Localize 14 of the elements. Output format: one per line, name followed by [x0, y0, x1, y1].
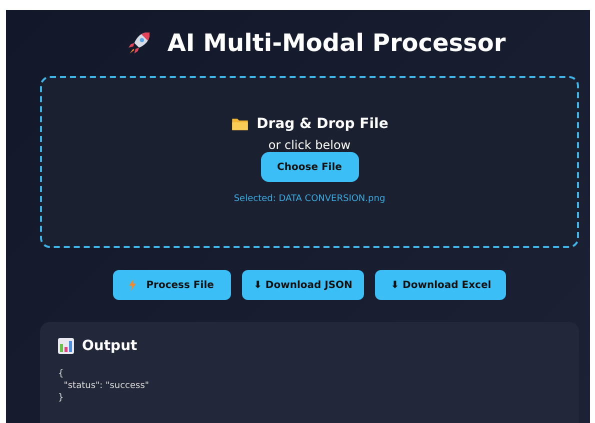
bar-chart-icon [58, 338, 74, 354]
process-file-button[interactable]: Process File [112, 270, 231, 300]
json-output: { "status": "success" } [58, 368, 150, 404]
download-button[interactable]: ⬇ Download JSON [242, 270, 364, 300]
lightning-icon [129, 279, 136, 291]
drop-subtext: or click below [268, 138, 351, 152]
drop-heading: Drag & Drop File [256, 116, 388, 132]
app-title: AI Multi-Modal Processor [167, 29, 506, 57]
choose-file-button[interactable]: Choose File [260, 152, 358, 182]
folder-icon [230, 117, 249, 131]
download-button[interactable]: ⬇ Download Excel [375, 270, 506, 300]
drop-zone[interactable]: Drag & Drop File or click below Choose File Selected: DATA CONVERSION.png [40, 76, 579, 248]
output-heading: Output [82, 338, 138, 354]
selected-file-text: Selected: DATA CONVERSION.png [234, 194, 386, 204]
